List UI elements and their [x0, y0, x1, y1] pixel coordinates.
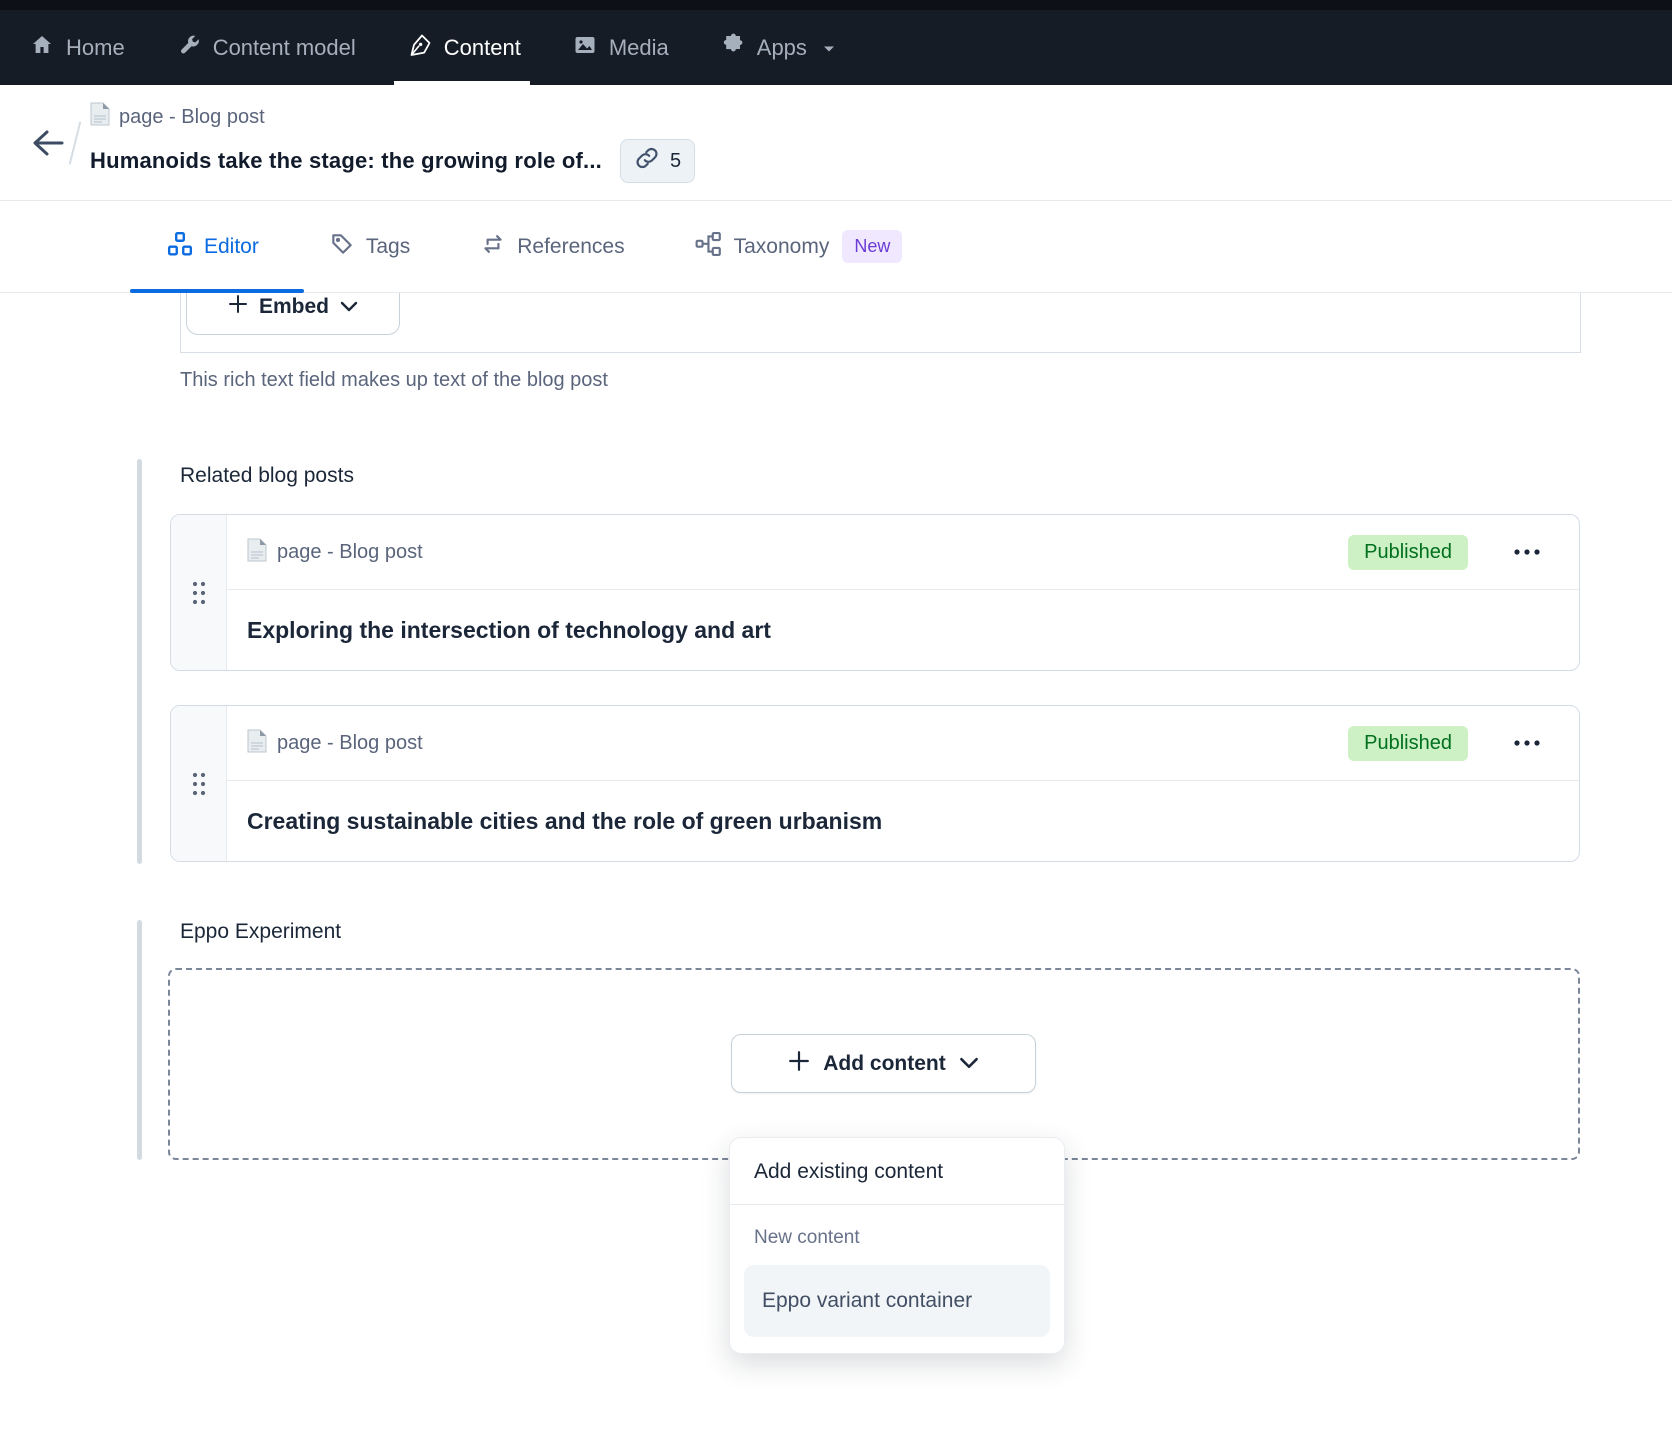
- nav-item-content[interactable]: Content: [408, 10, 521, 85]
- field-label-experiment: Eppo Experiment: [180, 920, 1580, 944]
- tab-taxonomy[interactable]: Taxonomy New: [695, 201, 903, 292]
- main-navigation: Home Content model Content: [0, 0, 1672, 85]
- status-badge: Published: [1348, 535, 1468, 570]
- experiment-empty-dropzone: Add content: [168, 968, 1580, 1160]
- home-icon: [30, 33, 54, 63]
- tab-label: References: [517, 235, 624, 259]
- links-count: 5: [670, 150, 681, 173]
- card-body: Exploring the intersection of technology…: [227, 590, 1579, 670]
- card-title: Exploring the intersection of technology…: [247, 617, 771, 644]
- plus-icon: [228, 294, 248, 320]
- embed-button[interactable]: Embed: [186, 293, 400, 335]
- document-icon: [247, 538, 267, 567]
- menu-item-eppo-variant-container[interactable]: Eppo variant container: [744, 1265, 1050, 1337]
- tab-editor[interactable]: Editor: [167, 201, 259, 292]
- entry-tabs: Editor Tags References: [0, 201, 1672, 293]
- puzzle-icon: [721, 33, 745, 63]
- breadcrumb: page - Blog post Humanoids take the stag…: [90, 102, 695, 183]
- nav-item-label: Content: [444, 35, 521, 61]
- card-header: page - Blog post Published: [227, 515, 1579, 590]
- card-content-type: page - Blog post: [277, 732, 423, 755]
- breadcrumb-divider: [69, 121, 82, 164]
- card-body: Creating sustainable cities and the role…: [227, 781, 1579, 861]
- document-icon: [90, 102, 110, 132]
- add-content-menu: Add existing content New content Eppo va…: [729, 1137, 1065, 1354]
- nav-item-label: Apps: [757, 35, 807, 61]
- card-title: Creating sustainable cities and the role…: [247, 808, 882, 835]
- entry-title: Humanoids take the stage: the growing ro…: [90, 148, 602, 174]
- card-actions-menu-button[interactable]: [1512, 548, 1542, 556]
- card-actions-menu-button[interactable]: [1512, 739, 1542, 747]
- menu-item-add-existing-content[interactable]: Add existing content: [730, 1138, 1064, 1204]
- links-count-badge[interactable]: 5: [620, 139, 695, 183]
- chevron-down-icon: [959, 1052, 979, 1076]
- related-blog-posts-field: Related blog posts: [137, 459, 1580, 864]
- entry-editor-page: Home Content model Content: [0, 0, 1672, 1446]
- card-main: page - Blog post Published Exploring the…: [227, 515, 1579, 670]
- rich-text-help-text: This rich text field makes up text of th…: [180, 369, 1581, 392]
- media-icon: [573, 33, 597, 63]
- entry-header: page - Blog post Humanoids take the stag…: [0, 85, 1672, 201]
- eppo-experiment-field: Eppo Experiment Add content: [137, 920, 1580, 1160]
- drag-handle[interactable]: [171, 706, 227, 861]
- nav-item-label: Media: [609, 35, 669, 61]
- tab-references[interactable]: References: [480, 201, 624, 292]
- card-main: page - Blog post Published Creating sust…: [227, 706, 1579, 861]
- plus-icon: [788, 1050, 810, 1078]
- wrench-icon: [177, 33, 201, 63]
- nav-item-label: Home: [66, 35, 125, 61]
- chevron-down-icon: [821, 35, 837, 61]
- link-icon: [634, 145, 660, 177]
- add-content-label: Add content: [823, 1052, 945, 1076]
- nav-item-home[interactable]: Home: [30, 10, 125, 85]
- breadcrumb-content-type-label: page - Blog post: [119, 106, 265, 129]
- back-button[interactable]: [26, 121, 70, 165]
- nav-item-apps[interactable]: Apps: [721, 10, 837, 85]
- tab-label: Editor: [204, 235, 259, 259]
- pen-icon: [408, 33, 432, 63]
- drag-handle[interactable]: [171, 515, 227, 670]
- card-content-type: page - Blog post: [277, 541, 423, 564]
- related-entry-card[interactable]: page - Blog post Published Creating sust…: [170, 705, 1580, 862]
- taxonomy-new-badge: New: [842, 230, 902, 263]
- document-icon: [247, 729, 267, 758]
- tab-label: Taxonomy: [734, 235, 830, 259]
- nav-item-label: Content model: [213, 35, 356, 61]
- editor-scroll-area: Embed: [0, 293, 1672, 353]
- drag-dots-icon: [190, 771, 208, 797]
- card-header: page - Blog post Published: [227, 706, 1579, 781]
- menu-section-new-content: New content: [730, 1205, 1064, 1253]
- rich-text-field: Embed: [180, 293, 1581, 353]
- related-entry-card[interactable]: page - Blog post Published Exploring the…: [170, 514, 1580, 671]
- embed-button-label: Embed: [259, 295, 329, 319]
- nav-item-media[interactable]: Media: [573, 10, 669, 85]
- add-content-button[interactable]: Add content: [731, 1034, 1036, 1093]
- taxonomy-icon: [695, 231, 723, 263]
- drag-dots-icon: [190, 580, 208, 606]
- nav-item-content-model[interactable]: Content model: [177, 10, 356, 85]
- field-label-related: Related blog posts: [180, 464, 1580, 488]
- status-badge: Published: [1348, 726, 1468, 761]
- tag-icon: [329, 231, 355, 263]
- editor-icon: [167, 231, 193, 263]
- tab-label: Tags: [366, 235, 410, 259]
- breadcrumb-content-type: page - Blog post: [90, 102, 695, 132]
- chevron-down-icon: [340, 295, 358, 319]
- entry-title-row: Humanoids take the stage: the growing ro…: [90, 139, 695, 183]
- tab-tags[interactable]: Tags: [329, 201, 410, 292]
- references-icon: [480, 231, 506, 263]
